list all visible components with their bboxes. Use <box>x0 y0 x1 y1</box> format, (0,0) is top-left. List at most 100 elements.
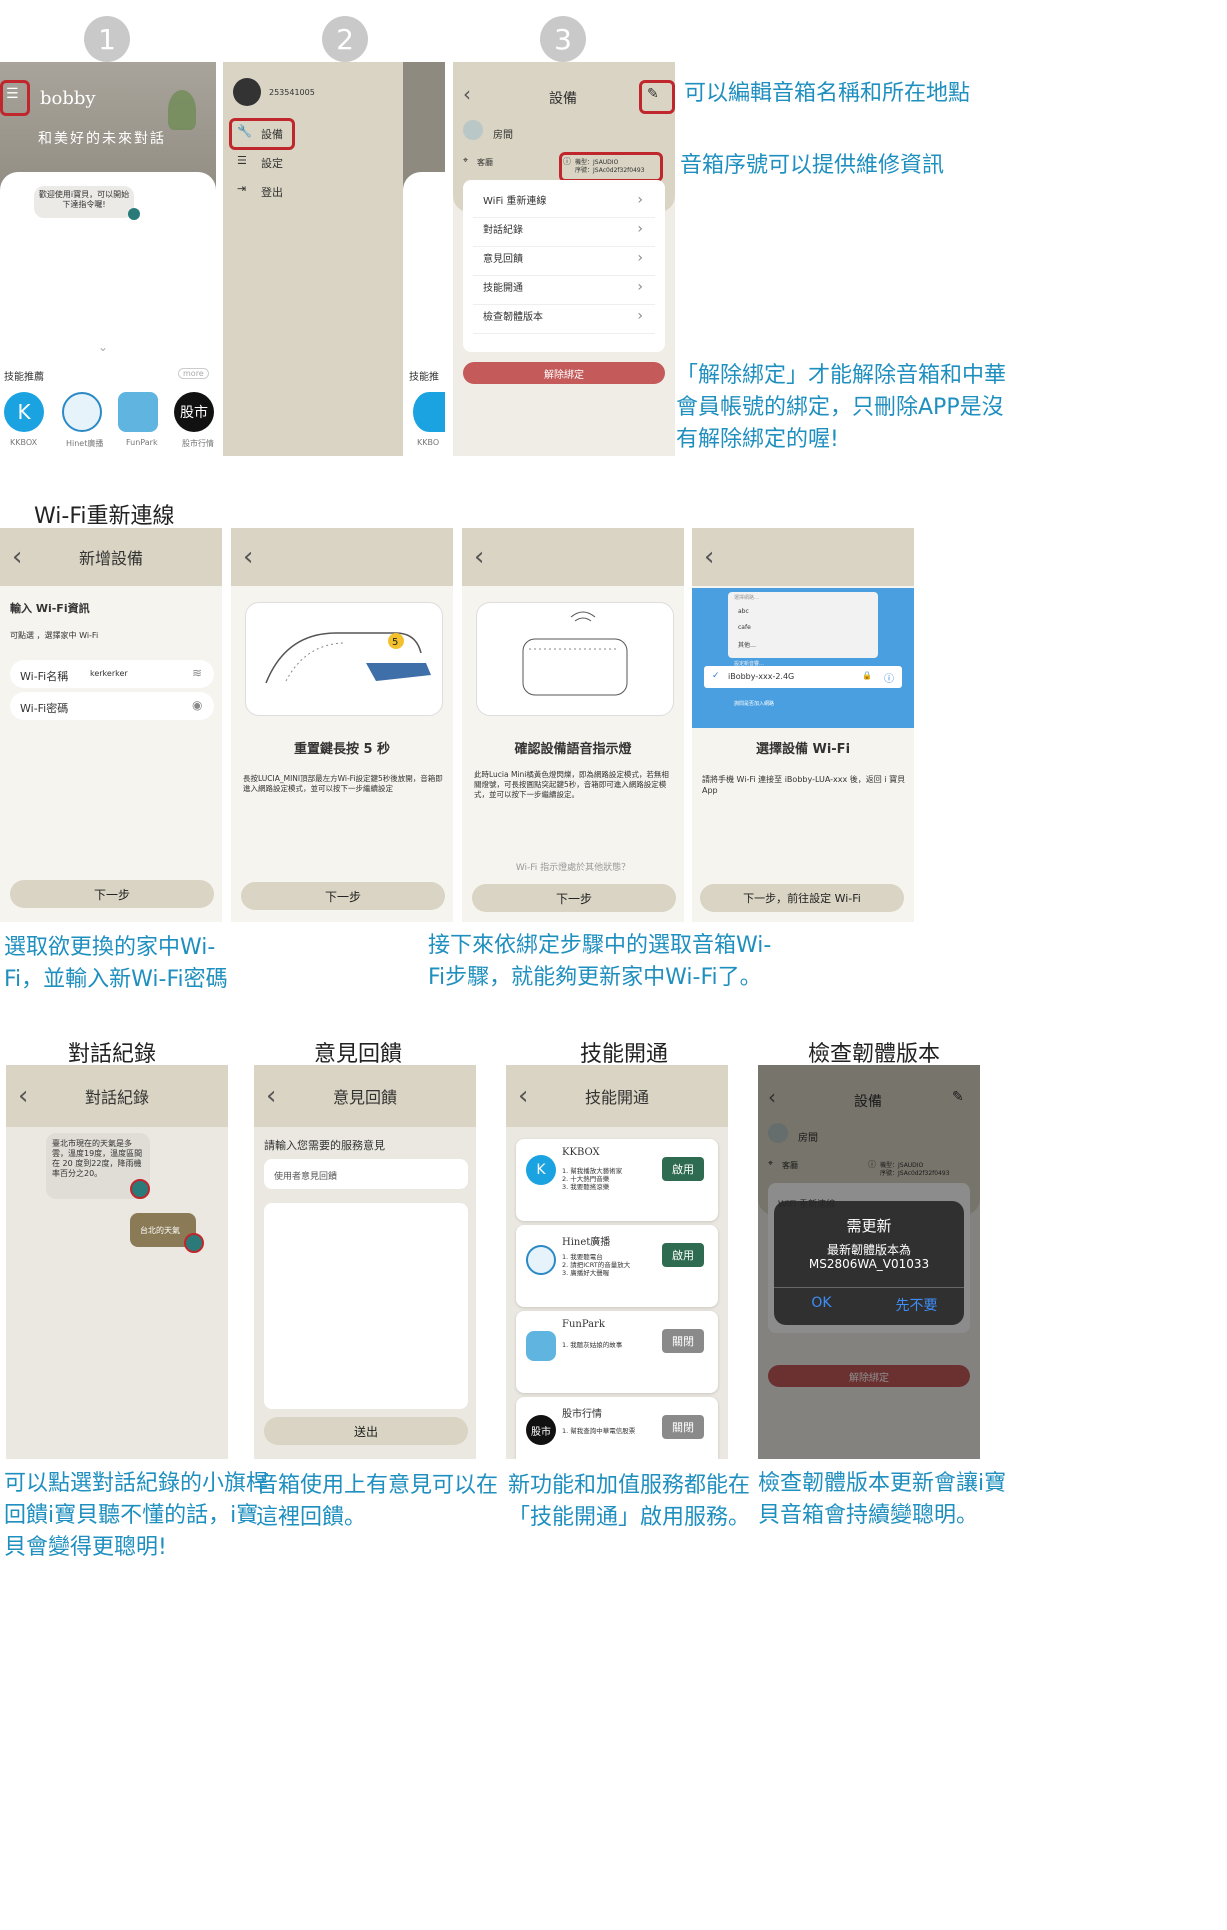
skill-toggle-funpark[interactable]: 關閉 <box>662 1329 704 1353</box>
skill-name: 股市行情 <box>562 1409 602 1420</box>
skill-name: Hinet廣播 <box>562 1237 611 1248</box>
avatar[interactable] <box>233 78 261 106</box>
wifi-input-screen: 新增設備 ‹ 輸入 Wi-Fi資訊 可點選 ，選擇家中 Wi-Fi Wi-Fi名… <box>0 528 222 922</box>
wifi-password-field[interactable]: Wi-Fi密碼 ◉ <box>10 692 214 720</box>
stock-app-icon[interactable]: 股市 <box>174 392 214 432</box>
goto-wifi-button[interactable]: 下一步，前往設定 Wi-Fi <box>700 884 904 912</box>
skill-toggle-stock[interactable]: 關閉 <box>662 1415 704 1439</box>
hinet-app-icon[interactable] <box>62 392 102 432</box>
device-wifi-desc: 請將手機 Wi-Fi 連接至 iBobby-LUA-xxx 後，返回 i 寶貝 … <box>702 775 906 795</box>
back-icon[interactable]: ‹ <box>704 542 714 572</box>
skill-item: 3. 廣播好大聲喔 <box>562 1269 610 1277</box>
device-menu-card: WiFi 重新連線 › 對話紀錄 › 意見回饋 › 技能開通 › 檢查韌體版本 › <box>463 180 665 352</box>
feedback-prompt: 請輸入您需要的服務意見 <box>264 1139 385 1152</box>
flag-feedback-icon[interactable] <box>130 1179 150 1199</box>
back-icon[interactable]: ‹ <box>243 542 253 572</box>
chevron-right-icon: › <box>637 307 643 324</box>
back-icon[interactable]: ‹ <box>518 1081 528 1111</box>
peek-skills-label: 技能推 <box>409 372 439 383</box>
other-status-link[interactable]: Wi-Fi 指示燈處於其他狀態？ <box>462 860 684 873</box>
unbind-button[interactable]: 解除綁定 <box>463 362 665 384</box>
device-highlight <box>229 118 295 150</box>
background-app-peek: 技能推 KKBO <box>403 62 445 456</box>
chevron-down-icon[interactable]: ⌄ <box>98 340 108 354</box>
more-button[interactable]: more <box>178 368 209 379</box>
skill-card-kkbox: K KKBOX 1. 幫我播放大藝術家 2. 十大熱門音樂 3. 我要聽搖滾樂 … <box>516 1139 718 1221</box>
firmware-section-title: 檢查韌體版本 <box>808 1042 941 1067</box>
menu-highlight <box>0 80 30 116</box>
drawer-item-logout[interactable]: 登出 <box>261 184 283 200</box>
location-name: 客廳 <box>477 158 493 167</box>
back-icon[interactable]: ‹ <box>266 1081 276 1111</box>
skill-toggle-kkbox[interactable]: 啟用 <box>662 1157 704 1181</box>
info-icon[interactable]: ⓘ <box>884 670 894 685</box>
flag-icon[interactable] <box>128 208 140 220</box>
menu-label: 檢查韌體版本 <box>483 312 543 323</box>
wifi-name-label: Wi-Fi名稱 <box>20 670 69 683</box>
back-icon[interactable]: ‹ <box>463 82 471 106</box>
note-unbind-3: 有解除綁定的喔! <box>676 427 839 452</box>
ask-join-label: 詢問是否加入網路 <box>734 701 775 707</box>
skill-item: 1. 我聽灰姑娘的故事 <box>562 1341 623 1349</box>
history-screen: 對話紀錄 ‹ 臺北市現在的天氣是多雲，溫度19度，溫度區間在 20 度到22度，… <box>6 1065 228 1459</box>
kkbox-app-icon[interactable]: K <box>4 392 44 432</box>
back-icon[interactable]: ‹ <box>18 1081 28 1111</box>
feedback-note-2: 這裡回饋。 <box>256 1505 367 1530</box>
wifi-name-field[interactable]: Wi-Fi名稱 kerkerker ≋ <box>10 660 214 688</box>
dialog-line-1: 最新韌體版本為 <box>826 1243 911 1257</box>
step-2-badge: 2 <box>322 16 368 62</box>
next-button[interactable]: 下一步 <box>10 880 214 908</box>
wifi-signal-icon[interactable]: ≋ <box>192 666 202 680</box>
menu-firmware[interactable]: 檢查韌體版本 › <box>473 298 655 334</box>
back-icon[interactable]: ‹ <box>12 542 22 572</box>
ios-wifi-list: 選擇網路… abc cafe 其他… 設定新音響… ✓ iBobby-xxx-2… <box>692 588 914 728</box>
firmware-note-2: 貝音箱會持續變聰明。 <box>758 1503 979 1528</box>
plant-decoration <box>168 90 196 130</box>
speaker-icon <box>463 120 483 140</box>
indicator-desc: 此時Lucia Mini橘黃色燈閃爍，即為網路設定模式，若無相關燈號，可長按圓點… <box>474 770 669 799</box>
flag-user-icon[interactable] <box>184 1233 204 1253</box>
feedback-subject-field[interactable]: 使用者意見回饋 <box>264 1159 468 1189</box>
network-abc[interactable]: abc <box>738 608 749 615</box>
indicator-screen: ‹ 確認設備語音指示燈 此時Lucia Mini橘黃色燈閃爍，即為網路設定模式，… <box>462 528 684 922</box>
reset-desc: 長按LUCIA_MINI頂部最左方Wi-Fi設定鍵5秒後放開，音箱即進入網路設定… <box>243 774 443 793</box>
skill-name: FunPark <box>562 1319 605 1330</box>
drawer-item-settings[interactable]: 設定 <box>261 155 283 171</box>
peek-card <box>403 172 445 232</box>
home-screen: ☰ bobby 和美好的未來對話 歡迎使用i寶貝，可以開始下達指令囉! ⌄ 技能… <box>0 62 216 456</box>
dialog-ok-button[interactable]: OK <box>774 1295 869 1311</box>
reset-illustration: 5 <box>245 602 443 716</box>
selected-network-row[interactable]: ✓ iBobby-xxx-2.4G 🔒 ⓘ <box>704 666 902 688</box>
feedback-section-title: 意見回饋 <box>314 1042 403 1067</box>
back-icon[interactable]: ‹ <box>474 542 484 572</box>
skill-toggle-hinet[interactable]: 啟用 <box>662 1243 704 1267</box>
room-name: 房間 <box>493 130 513 141</box>
network-cafe[interactable]: cafe <box>738 624 751 631</box>
dialog-later-button[interactable]: 先不要 <box>869 1295 964 1315</box>
logout-icon: ⇥ <box>237 182 247 195</box>
skill-card-hinet: Hinet廣播 1. 我要聽電台 2. 請把ICRT的音量放大 3. 廣播好大聲… <box>516 1225 718 1307</box>
network-other[interactable]: 其他… <box>738 640 756 649</box>
wifi-password-label: Wi-Fi密碼 <box>20 702 69 715</box>
skill-item: 3. 我要聽搖滾樂 <box>562 1183 610 1191</box>
funpark-app-icon[interactable] <box>118 392 158 432</box>
app-label-hinet: Hinet廣播 <box>66 439 104 448</box>
device-wifi-title: 選擇設備 Wi-Fi <box>755 742 851 757</box>
next-button[interactable]: 下一步 <box>241 882 445 910</box>
submit-button[interactable]: 送出 <box>264 1417 468 1445</box>
feedback-header: 意見回饋 <box>254 1065 476 1127</box>
wifi-hint: 可點選 ，選擇家中 Wi-Fi <box>10 631 99 640</box>
feedback-textarea[interactable] <box>264 1203 468 1409</box>
next-button[interactable]: 下一步 <box>472 884 676 912</box>
badge-number: 5 <box>392 637 398 648</box>
eye-icon[interactable]: ◉ <box>192 698 202 712</box>
skills-header: 技能開通 <box>506 1065 728 1127</box>
reset-screen: ‹ 5 重置鍵長按 5 秒 長按LUCIA_MINI頂部最左方Wi-Fi設定鍵5… <box>231 528 453 922</box>
dialog-title: 需更新 <box>846 1217 892 1235</box>
drawer-screen: 253541005 🔧 設備 ☰ 設定 ⇥ 登出 技能推 KKBO <box>223 62 445 456</box>
user-id: 253541005 <box>269 88 315 97</box>
indicator-title: 確認設備語音指示燈 <box>514 742 632 757</box>
peek-kkbox-icon <box>413 392 445 432</box>
chevron-right-icon: › <box>637 249 643 266</box>
feedback-header-title: 意見回饋 <box>332 1088 397 1107</box>
